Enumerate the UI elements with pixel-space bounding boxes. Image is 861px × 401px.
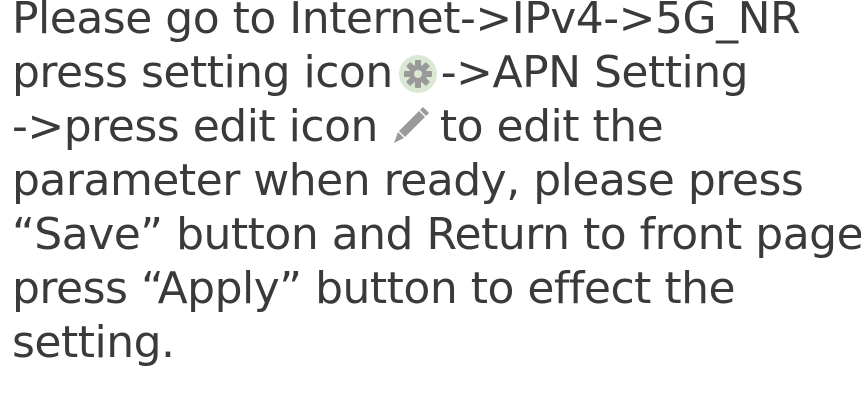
- instruction-line-3: ->press edit icon to edit the: [12, 100, 861, 154]
- instruction-line-4: parameter when ready, please press: [12, 155, 804, 206]
- instruction-line-3-end: to edit the: [439, 101, 664, 152]
- instruction-line-3-start: ->press edit icon: [12, 101, 378, 152]
- instruction-line-6: press “Apply” button to effect the: [12, 263, 736, 314]
- instruction-line-5: “Save” button and Return to front page,: [12, 209, 861, 260]
- instruction-text: Please go to Internet->IPv4->5G_NR press…: [12, 0, 861, 370]
- instruction-line-7: setting.: [12, 317, 175, 368]
- instruction-line-2: press setting icon ->APN Setting: [12, 46, 861, 100]
- gear-icon: [398, 55, 437, 93]
- instruction-line-1: Please go to Internet->IPv4->5G_NR: [12, 0, 801, 44]
- instruction-line-2-start: press setting icon: [12, 47, 393, 98]
- pencil-icon: [393, 107, 429, 143]
- instruction-line-2-end: ->APN Setting: [440, 47, 749, 98]
